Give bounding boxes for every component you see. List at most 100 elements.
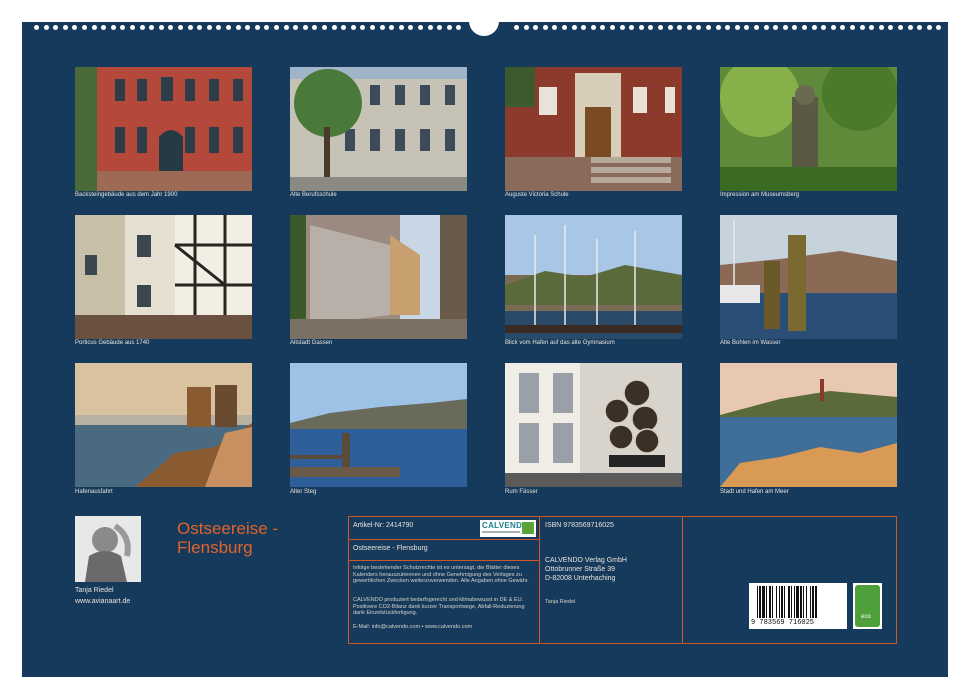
author-website[interactable]: www.avianaart.de — [75, 598, 130, 605]
binding-hole — [437, 25, 443, 30]
binding-hole — [744, 25, 750, 30]
barcode-bar — [762, 586, 765, 618]
photo-caption: Backsteingebäude aus dem Jahr 1900 — [75, 192, 178, 198]
binding-hole — [658, 25, 663, 30]
binding-hole — [648, 25, 654, 30]
binding-hole — [667, 25, 673, 30]
binding-hole — [610, 25, 615, 30]
binding-hole — [514, 25, 519, 30]
barcode-bar — [772, 586, 773, 618]
binding-hole — [754, 25, 759, 30]
photo-thumbnail — [290, 215, 467, 339]
binding-hole — [830, 25, 836, 30]
binding-hole — [408, 25, 414, 30]
photo-caption: Impression am Museumsberg — [720, 192, 800, 198]
binding-hole — [782, 25, 788, 30]
eco-leaf-icon — [855, 585, 880, 627]
photo-caption: Auguste Victoria Schule — [505, 192, 569, 198]
photo-thumbnail — [290, 67, 467, 191]
binding-hole — [293, 25, 299, 30]
binding-hole — [418, 25, 423, 30]
binding-hole — [696, 25, 702, 30]
binding-hole — [149, 25, 155, 30]
barcode-bar — [815, 586, 817, 618]
article-number: Artikel-Nr: 2414790 — [353, 522, 414, 529]
binding-hole — [322, 25, 327, 30]
binding-hole — [34, 25, 39, 30]
binding-hole — [802, 25, 807, 30]
binding-hole — [600, 25, 606, 30]
photo-caption: Altstadt Gassen — [290, 340, 333, 346]
eco-label: eco — [861, 614, 871, 620]
barcode: 9 783569 716025 — [749, 583, 847, 629]
binding-hole — [811, 25, 817, 30]
photo-caption: Alte Bohlen im Wasser — [720, 340, 781, 346]
binding-hole — [178, 25, 183, 30]
barcode-bar — [810, 586, 811, 618]
binding-hole — [130, 25, 135, 30]
production-notice: CALVENDO produziert bedarfsgerecht und k… — [353, 597, 525, 617]
binding-hole — [936, 25, 942, 30]
photo-thumbnail — [720, 215, 897, 339]
barcode-bar — [759, 586, 761, 618]
binding-hole — [888, 25, 894, 30]
binding-hole — [274, 25, 279, 30]
title-line-2: Flensburg — [177, 538, 253, 557]
barcode-bar — [794, 586, 795, 618]
binding-hole — [792, 25, 798, 30]
binding-hole — [91, 25, 97, 30]
binding-hole — [446, 25, 452, 30]
binding-hole — [139, 25, 145, 30]
isbn: ISBN 9783569716025 — [545, 522, 614, 529]
binding-hole — [360, 25, 366, 30]
binding-hole — [389, 25, 395, 30]
barcode-bar — [757, 586, 758, 618]
eco-badge: eco — [853, 583, 882, 629]
binding-hole — [312, 25, 318, 30]
binding-hole — [840, 25, 846, 30]
binding-hole — [283, 25, 289, 30]
calendar-back-page: Backsteingebäude aus dem Jahr 1900 Alte … — [22, 12, 948, 677]
barcode-bar — [800, 586, 802, 618]
binding-hole — [206, 25, 212, 30]
photo-thumbnail — [75, 215, 252, 339]
binding-hole — [379, 25, 385, 30]
calvendo-mark-icon — [522, 522, 534, 534]
photo-thumbnail — [75, 67, 252, 191]
barcode-bar — [796, 586, 799, 618]
binding-hole — [341, 25, 347, 30]
binding-hole — [245, 25, 251, 30]
photo-caption: Rum Fässer — [505, 489, 538, 495]
binding-hole — [101, 25, 107, 30]
binding-hole — [216, 25, 222, 30]
binding-hole — [869, 25, 875, 30]
barcode-bar — [779, 586, 780, 618]
binding-hole — [187, 25, 193, 30]
publisher-city: D-82008 Unterhaching — [545, 575, 616, 582]
binding-hole — [898, 25, 903, 30]
info-calendar-title: Ostseereise - Flensburg — [353, 545, 428, 552]
barcode-bar — [806, 586, 807, 618]
binding-hole — [350, 25, 356, 30]
barcode-bar — [788, 586, 790, 618]
photo-thumbnail — [505, 67, 682, 191]
binding-hole — [773, 25, 779, 30]
binding-hole — [72, 25, 78, 30]
photo-caption: Porticus Gebäude aus 1740 — [75, 340, 150, 346]
binding-hole — [552, 25, 558, 30]
binding-hole — [571, 25, 577, 30]
barcode-bar — [776, 586, 777, 618]
binding-hole — [859, 25, 865, 30]
binding-hole — [302, 25, 308, 30]
photo-thumbnail — [505, 215, 682, 339]
binding-hole — [398, 25, 404, 30]
binding-hole — [523, 25, 529, 30]
info-panel: Artikel-Nr: 2414790 CALVENDO Ostseereise… — [348, 516, 897, 644]
binding-hole — [235, 25, 241, 30]
publisher-street: Ottobrunner Straße 39 — [545, 566, 616, 573]
binding-hole — [562, 25, 567, 30]
barcode-bar — [781, 586, 783, 618]
binding-hole — [427, 25, 433, 30]
binding-hole — [43, 25, 49, 30]
binding-hole — [878, 25, 884, 30]
